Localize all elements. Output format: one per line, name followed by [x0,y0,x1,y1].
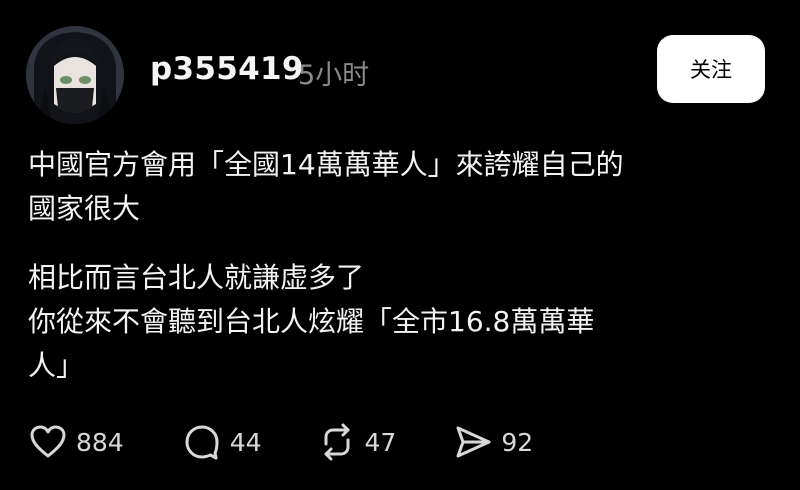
share-count: 92 [501,427,534,457]
share-button[interactable]: 92 [453,422,533,462]
comment-bubble-icon [185,425,219,460]
post-paragraph: 相比而言台北人就謙虚多了 你從來不會聽到台北人炫耀「全市16.8萬萬華 人」 [28,261,595,382]
comment-button[interactable]: 44 [182,422,262,462]
avatar-image [26,26,124,124]
username[interactable]: p355419 [150,51,304,87]
comment-count: 44 [229,427,262,457]
post-timestamp: 5小时 [298,60,370,91]
post-actions: 884 44 47 92 [28,420,533,464]
like-button[interactable]: 884 [28,422,124,462]
send-icon [456,426,491,458]
repost-count: 47 [364,427,397,457]
like-count: 884 [76,427,124,457]
repost-button[interactable]: 47 [317,422,397,462]
post-body: 中國官方會用「全國14萬萬華人」來誇耀自己的 國家很大 相比而言台北人就謙虚多了… [28,143,758,388]
heart-icon [30,425,66,458]
post-paragraph: 中國官方會用「全國14萬萬華人」來誇耀自己的 國家很大 [28,148,624,225]
follow-button[interactable]: 关注 [657,35,765,103]
repost-icon [324,423,350,461]
avatar[interactable] [26,26,124,124]
